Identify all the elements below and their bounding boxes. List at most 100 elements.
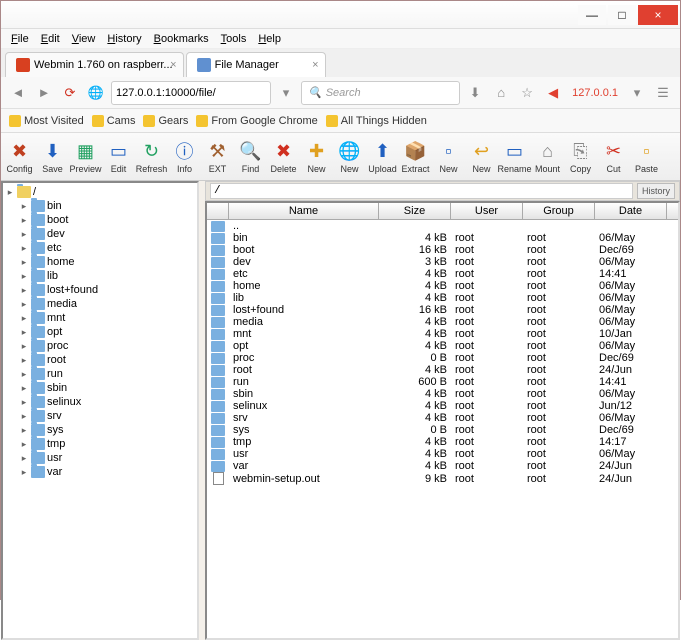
toolbar-extract-button[interactable]: 📦Extract <box>399 135 432 179</box>
toolbar-delete-button[interactable]: ✖Delete <box>267 135 300 179</box>
file-row[interactable]: tmp4 kBrootroot14:17 <box>207 436 678 448</box>
expand-icon[interactable]: ▸ <box>19 369 29 380</box>
file-row[interactable]: root4 kBrootroot24/Jun <box>207 364 678 376</box>
tree-item[interactable]: ▸proc <box>5 339 195 353</box>
expand-icon[interactable]: ▸ <box>19 327 29 338</box>
toolbar-cut-button[interactable]: ✂Cut <box>597 135 630 179</box>
file-row[interactable]: webmin-setup.out9 kBrootroot24/Jun <box>207 472 678 485</box>
window-maximize-button[interactable]: □ <box>608 5 636 25</box>
col-name[interactable]: Name <box>229 203 379 219</box>
folder-tree[interactable]: ▸/▸bin▸boot▸dev▸etc▸home▸lib▸lost+found▸… <box>1 181 199 640</box>
downloads-icon[interactable]: ⬇ <box>464 82 486 104</box>
expand-icon[interactable]: ▸ <box>19 215 29 226</box>
file-row[interactable]: etc4 kBrootroot14:41 <box>207 268 678 280</box>
menu-tools[interactable]: Tools <box>217 31 251 47</box>
file-row[interactable]: selinux4 kBrootrootJun/12 <box>207 400 678 412</box>
expand-icon[interactable]: ▸ <box>19 467 29 478</box>
bookmark-item[interactable]: Cams <box>92 115 136 127</box>
menu-edit[interactable]: Edit <box>37 31 64 47</box>
toolbar-copy-button[interactable]: ⎘Copy <box>564 135 597 179</box>
col-group[interactable]: Group <box>523 203 595 219</box>
menu-view[interactable]: View <box>68 31 100 47</box>
location-icon[interactable]: ◀ <box>542 82 564 104</box>
expand-icon[interactable]: ▸ <box>19 439 29 450</box>
toolbar-ext-button[interactable]: ⚒EXT <box>201 135 234 179</box>
file-list[interactable]: Name Size User Group Date ..bin4 kBrootr… <box>205 201 680 640</box>
toolbar-find-button[interactable]: 🔍Find <box>234 135 267 179</box>
browser-tab[interactable]: Webmin 1.760 on raspberr...× <box>5 52 184 77</box>
file-row[interactable]: srv4 kBrootroot06/May <box>207 412 678 424</box>
dropdown-icon[interactable]: ▾ <box>275 82 297 104</box>
expand-icon[interactable]: ▸ <box>19 355 29 366</box>
file-row[interactable]: dev3 kBrootroot06/May <box>207 256 678 268</box>
nav-back-button[interactable]: ◄ <box>7 82 29 104</box>
tree-item[interactable]: ▸sbin <box>5 381 195 395</box>
tree-item[interactable]: ▸etc <box>5 241 195 255</box>
window-close-button[interactable]: × <box>638 5 678 25</box>
toolbar-edit-button[interactable]: ▭Edit <box>102 135 135 179</box>
file-row[interactable]: sys0 BrootrootDec/69 <box>207 424 678 436</box>
tree-item[interactable]: ▸home <box>5 255 195 269</box>
reload-button[interactable]: ⟳ <box>59 82 81 104</box>
tab-close-icon[interactable]: × <box>170 59 176 71</box>
tree-item[interactable]: ▸run <box>5 367 195 381</box>
tree-item[interactable]: ▸sys <box>5 423 195 437</box>
expand-icon[interactable]: ▸ <box>19 271 29 282</box>
bookmark-item[interactable]: All Things Hidden <box>326 115 427 127</box>
file-row[interactable]: lost+found16 kBrootroot06/May <box>207 304 678 316</box>
menu-bookmarks[interactable]: Bookmarks <box>150 31 213 47</box>
history-button[interactable]: History <box>637 183 675 199</box>
toolbar-refresh-button[interactable]: ↻Refresh <box>135 135 168 179</box>
tree-item[interactable]: ▸bin <box>5 199 195 213</box>
tree-item[interactable]: ▸lost+found <box>5 283 195 297</box>
expand-icon[interactable]: ▸ <box>19 229 29 240</box>
file-row[interactable]: boot16 kBrootrootDec/69 <box>207 244 678 256</box>
toolbar-mount-button[interactable]: ⌂Mount <box>531 135 564 179</box>
expand-icon[interactable]: ▸ <box>19 285 29 296</box>
file-row[interactable]: .. <box>207 220 678 232</box>
tree-item[interactable]: ▸root <box>5 353 195 367</box>
expand-icon[interactable]: ▸ <box>19 453 29 464</box>
tree-root[interactable]: ▸/ <box>5 185 195 199</box>
expand-icon[interactable]: ▸ <box>19 397 29 408</box>
toolbar-paste-button[interactable]: ▫Paste <box>630 135 663 179</box>
tree-item[interactable]: ▸var <box>5 465 195 479</box>
expand-icon[interactable]: ▸ <box>19 243 29 254</box>
file-row[interactable]: lib4 kBrootroot06/May <box>207 292 678 304</box>
expand-icon[interactable]: ▸ <box>5 187 15 198</box>
expand-icon[interactable]: ▸ <box>19 257 29 268</box>
toolbar-info-button[interactable]: ⓘInfo <box>168 135 201 179</box>
tree-item[interactable]: ▸media <box>5 297 195 311</box>
file-row[interactable]: mnt4 kBrootroot10/Jan <box>207 328 678 340</box>
tree-item[interactable]: ▸srv <box>5 409 195 423</box>
expand-icon[interactable]: ▸ <box>19 411 29 422</box>
expand-icon[interactable]: ▸ <box>19 341 29 352</box>
file-row[interactable]: media4 kBrootroot06/May <box>207 316 678 328</box>
bookmark-star-icon[interactable]: ☆ <box>516 82 538 104</box>
tree-item[interactable]: ▸tmp <box>5 437 195 451</box>
file-row[interactable]: bin4 kBrootroot06/May <box>207 232 678 244</box>
menu-help[interactable]: Help <box>254 31 285 47</box>
home-icon[interactable]: ⌂ <box>490 82 512 104</box>
toolbar-preview-button[interactable]: ▦Preview <box>69 135 102 179</box>
file-row[interactable]: var4 kBrootroot24/Jun <box>207 460 678 472</box>
toolbar-rename-button[interactable]: ▭Rename <box>498 135 531 179</box>
bookmark-item[interactable]: Most Visited <box>9 115 84 127</box>
file-row[interactable]: proc0 BrootrootDec/69 <box>207 352 678 364</box>
expand-icon[interactable]: ▸ <box>19 383 29 394</box>
tree-item[interactable]: ▸opt <box>5 325 195 339</box>
toolbar-config-button[interactable]: ✖Config <box>3 135 36 179</box>
menu-history[interactable]: History <box>103 31 145 47</box>
tree-item[interactable]: ▸dev <box>5 227 195 241</box>
expand-icon[interactable]: ▸ <box>19 313 29 324</box>
col-size[interactable]: Size <box>379 203 451 219</box>
file-row[interactable]: home4 kBrootroot06/May <box>207 280 678 292</box>
col-user[interactable]: User <box>451 203 523 219</box>
nav-forward-button[interactable]: ► <box>33 82 55 104</box>
toolbar-new-button[interactable]: ↩New <box>465 135 498 179</box>
tree-item[interactable]: ▸usr <box>5 451 195 465</box>
expand-icon[interactable]: ▸ <box>19 299 29 310</box>
toolbar-save-button[interactable]: ⬇Save <box>36 135 69 179</box>
tree-item[interactable]: ▸lib <box>5 269 195 283</box>
toolbar-new-button[interactable]: ✚New <box>300 135 333 179</box>
